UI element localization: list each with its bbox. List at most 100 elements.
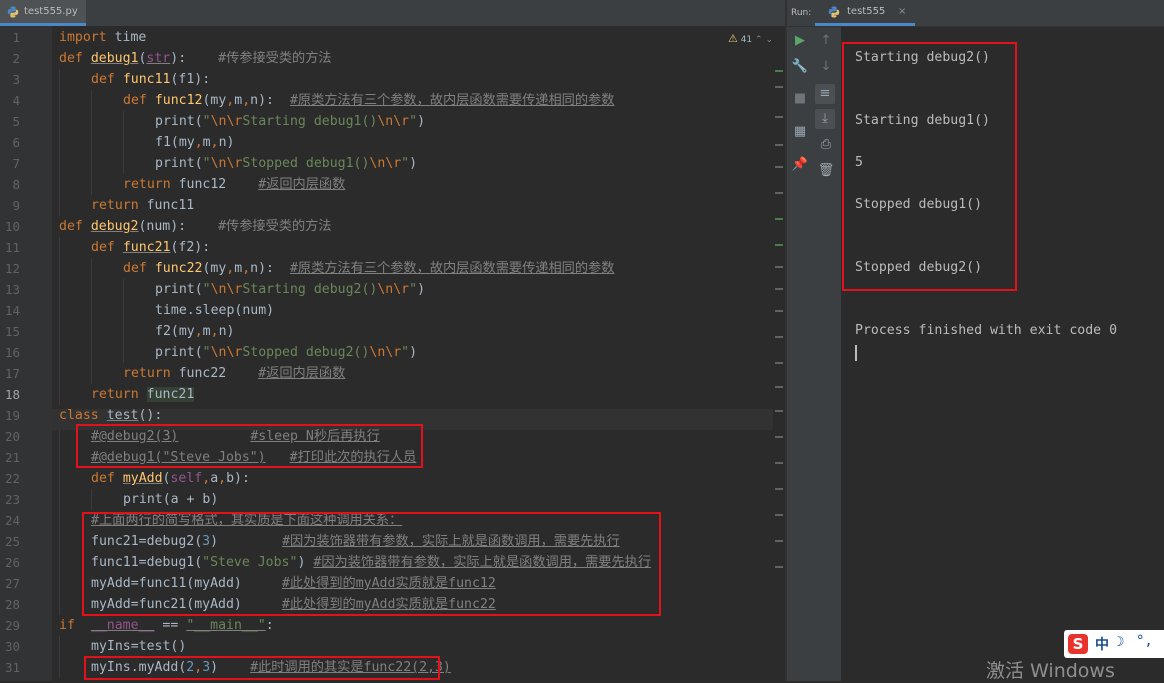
token-keyword: return (123, 366, 171, 381)
code-text: return func11 (91, 195, 194, 216)
line-number: 19 (4, 408, 20, 423)
code-text: myIns=test() (91, 636, 186, 657)
scrollbar-marker[interactable] (775, 192, 783, 194)
editor-tab-test555[interactable]: test555.py (0, 0, 86, 26)
line-number: 10 (4, 219, 20, 234)
scrollbar-marker[interactable] (775, 566, 783, 568)
sogou-logo-icon: S (1068, 634, 1088, 654)
moon-icon[interactable]: ☽ (1116, 634, 1124, 650)
line-number: 24 (4, 513, 20, 528)
line-number-gutter: 1 2 3 4 5 6 7 8 9 10 11 12 13 14 15 16 17 18 19 20 21 22 23 24 2… (0, 26, 52, 681)
token-identifier: m (202, 135, 211, 150)
punctuation-icon[interactable]: °, (1136, 633, 1153, 649)
token-punct: ) (409, 345, 418, 360)
token-call: print( (155, 345, 203, 360)
scrollbar-marker[interactable] (775, 288, 783, 290)
line-number: 3 (12, 72, 20, 87)
trash-icon[interactable]: 🗑 (816, 161, 836, 181)
arrow-down-icon[interactable]: ↓ (816, 57, 836, 77)
editor-tab-label: test555.py (24, 6, 78, 17)
token-escape: \n\r (377, 114, 410, 129)
run-tab-label: test555 (847, 6, 886, 17)
wrench-icon[interactable]: 🔧 (790, 57, 810, 77)
token-keyword: import (59, 30, 107, 45)
scrollbar-marker[interactable] (775, 116, 783, 118)
token-string: Starting debug2() (242, 282, 378, 297)
scrollbar-marker[interactable] (775, 336, 783, 338)
scrollbar-marker[interactable] (775, 362, 783, 364)
token-function-name: func12 (154, 93, 203, 108)
line-number: 21 (4, 450, 20, 465)
token-comma: , (210, 324, 219, 339)
scrollbar-marker[interactable] (775, 514, 783, 516)
stop-icon[interactable]: ■ (790, 89, 810, 109)
scrollbar-marker[interactable] (775, 86, 783, 88)
scrollbar-marker[interactable] (775, 166, 783, 168)
close-icon[interactable]: × (898, 0, 906, 24)
token-punct: ) (409, 156, 418, 171)
token-punct: (my (202, 261, 227, 276)
token-keyword: class (59, 408, 99, 423)
token-punct: b): (226, 471, 250, 486)
line-number: 26 (4, 555, 20, 570)
token-string: " (202, 282, 211, 297)
token-call: myIns=test() (91, 639, 187, 654)
line-number: 8 (12, 177, 20, 192)
line-number: 27 (4, 576, 20, 591)
rerun-icon[interactable]: ▶ (790, 31, 810, 51)
token-punct: n) (218, 135, 235, 150)
run-console[interactable]: Starting debug2() Starting debug1() 5 St… (841, 27, 1164, 681)
chevron-up-icon[interactable]: ⌃ (755, 35, 763, 45)
scrollbar-marker[interactable] (775, 540, 783, 542)
scrollbar-marker[interactable] (775, 266, 783, 268)
code-text: print("\n\rStarting debug2()\n\r") (155, 279, 425, 300)
chevron-down-icon[interactable]: ⌄ (765, 35, 773, 45)
scrollbar-marker[interactable] (775, 244, 783, 246)
scrollbar-marker[interactable] (775, 436, 783, 438)
arrow-up-icon[interactable]: ↑ (816, 31, 836, 51)
soft-wrap-icon[interactable]: ≡ (815, 84, 835, 104)
scrollbar-marker[interactable] (775, 386, 783, 388)
run-tab-test555[interactable]: test555 × (815, 0, 915, 26)
token-punct: : (265, 618, 274, 633)
token-comment: #传参接受类的方法 (218, 51, 332, 66)
line-number: 16 (4, 345, 20, 360)
scrollbar-marker[interactable] (775, 218, 783, 220)
ime-toolbar[interactable]: S 中 ☽ °, (1064, 630, 1164, 658)
line-number: 18 (4, 387, 20, 402)
token-function-name: func21 (122, 240, 171, 255)
token-call: time.sleep(num) (155, 303, 275, 318)
code-text: return func21 (91, 384, 195, 405)
token-comment: #原类方法有三个参数，故内层函数需要传递相同的参数 (289, 261, 615, 276)
token-call: print( (155, 114, 203, 129)
editor-scrollbar[interactable] (773, 26, 785, 681)
scrollbar-marker[interactable] (775, 70, 783, 72)
token-function-name: func11 (122, 72, 171, 87)
token-keyword: def (123, 261, 147, 276)
code-text: def func11(f1): (91, 69, 210, 90)
token-string: " (202, 156, 211, 171)
inspection-widget[interactable]: ⚠ 41 ⌃ ⌄ (728, 32, 773, 45)
scrollbar-marker[interactable] (775, 462, 783, 464)
token-punct: ): (170, 51, 187, 66)
token-call: print(a + b) (123, 492, 219, 507)
print-icon[interactable]: ⎙ (816, 135, 836, 155)
line-number: 12 (4, 261, 20, 276)
scrollbar-marker[interactable] (775, 144, 783, 146)
token-comment: #原类方法有三个参数，故内层函数需要传递相同的参数 (289, 93, 615, 108)
layout-icon[interactable]: ▦ (790, 122, 810, 142)
code-text: def debug1(str): #传参接受类的方法 (59, 48, 332, 69)
token-punct: n): (250, 261, 274, 276)
token-class-name: test (106, 408, 139, 423)
scrollbar-marker[interactable] (775, 310, 783, 312)
ime-language[interactable]: 中 (1095, 634, 1109, 654)
code-editor[interactable]: ⚠ 41 ⌃ ⌄ import time def debug1(str): #传参接受… (52, 26, 785, 681)
scrollbar-marker[interactable] (775, 410, 783, 412)
warning-icon: ⚠ (727, 32, 738, 45)
scroll-to-end-icon[interactable]: ⤓ (815, 109, 835, 129)
pin-icon[interactable]: 📌 (790, 155, 810, 175)
line-number: 22 (4, 471, 20, 486)
line-number: 1 (12, 30, 20, 45)
code-text: print("\n\rStarting debug1()\n\r") (155, 111, 425, 132)
scrollbar-marker[interactable] (775, 488, 783, 490)
